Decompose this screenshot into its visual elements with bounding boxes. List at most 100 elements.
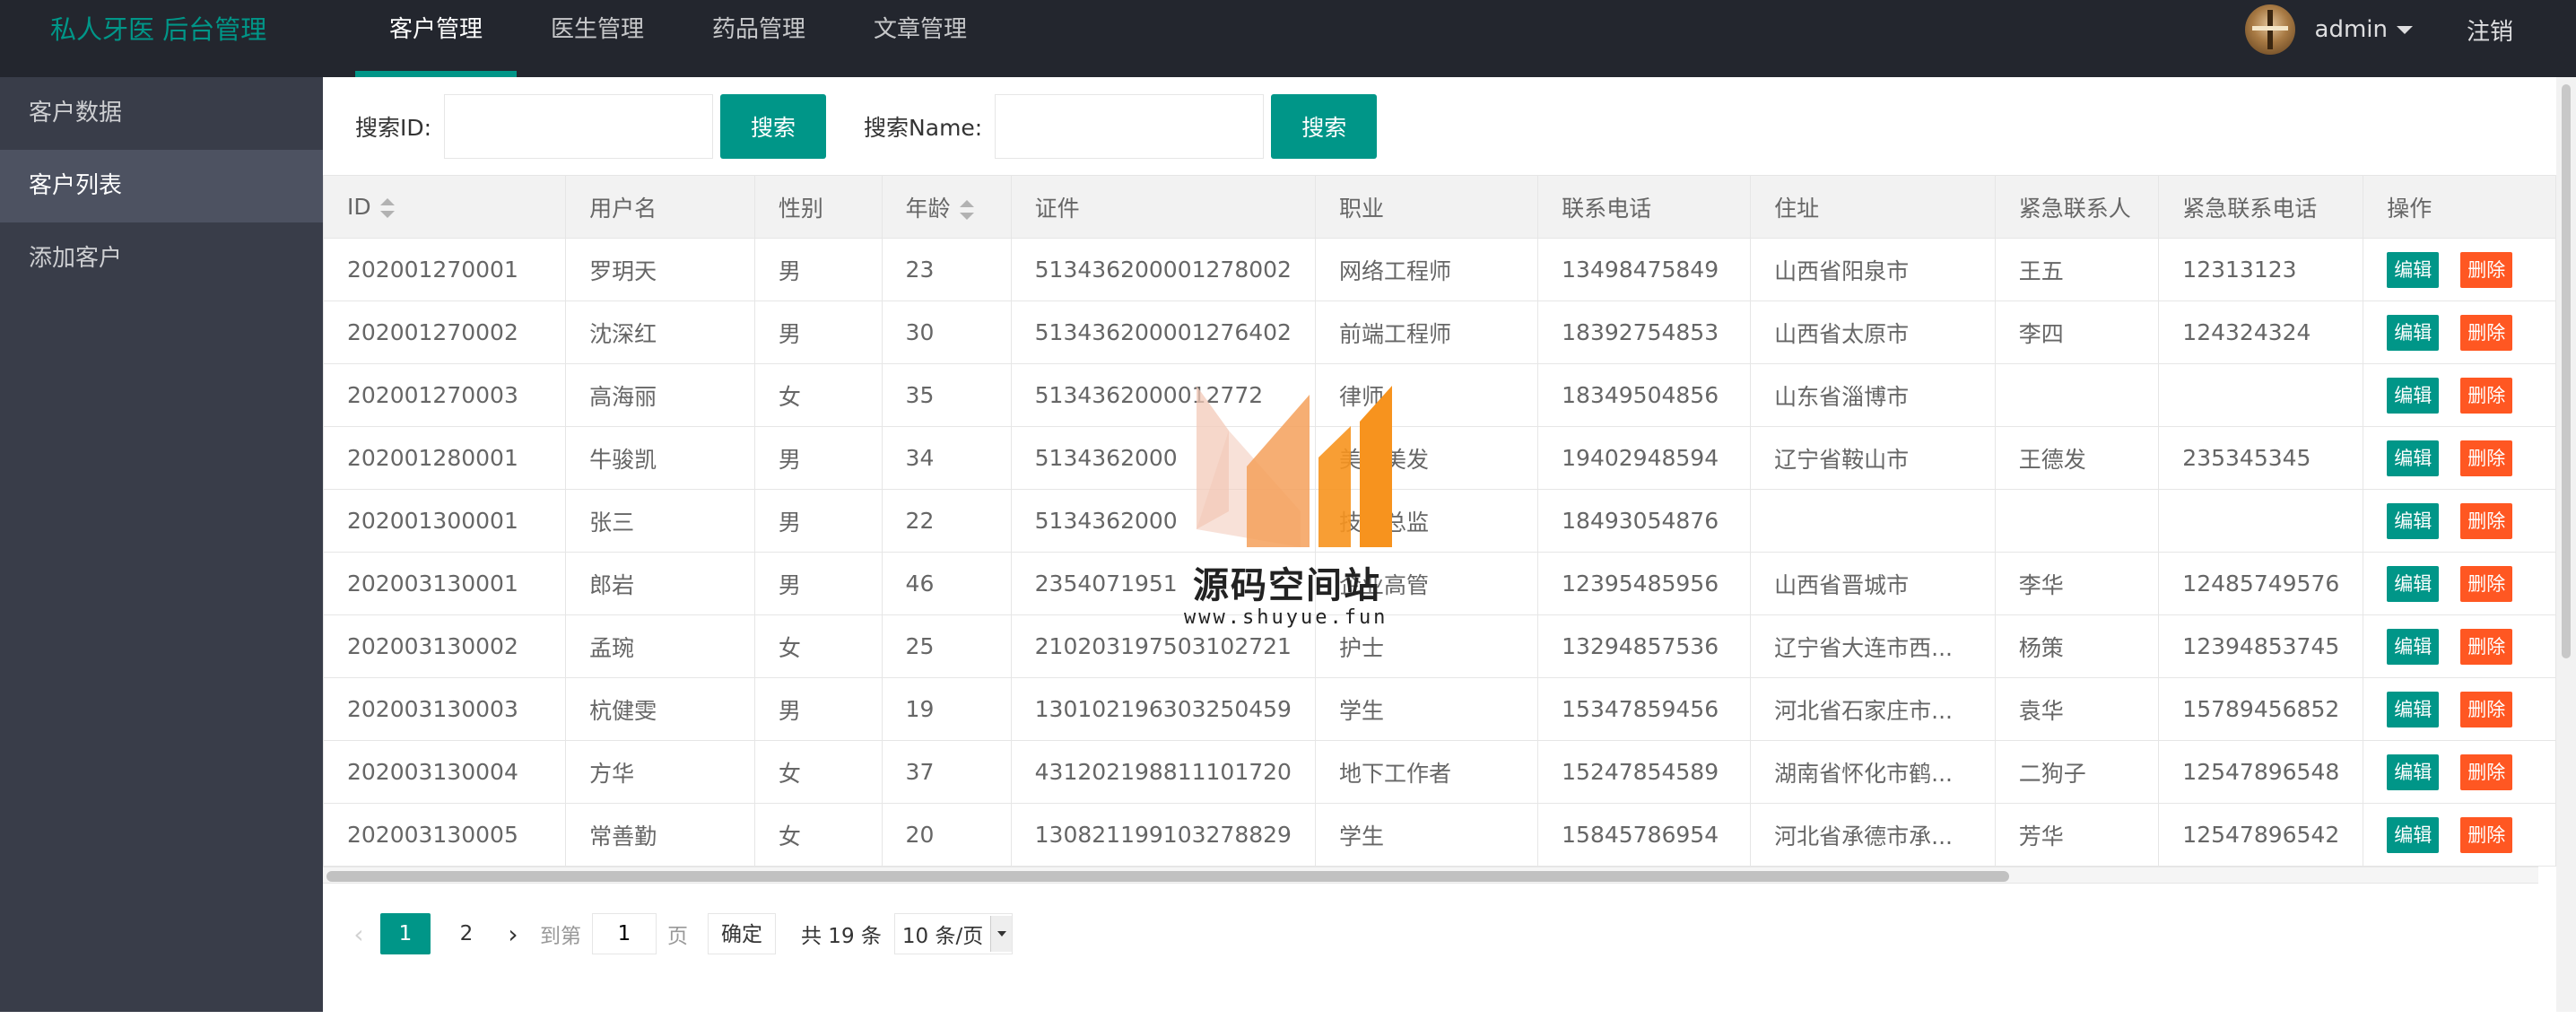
table-cell: 山西省晋城市 [1750, 552, 1996, 615]
table-row: 202001300001 张三男 22 5134362000 技术总监 184930548… [322, 489, 2556, 553]
table-cell: 22 [881, 489, 1012, 553]
user-name[interactable]: admin [2315, 16, 2388, 43]
delete-button[interactable]: 删除 [2460, 816, 2513, 853]
sort-icon[interactable] [379, 198, 395, 218]
next-page-icon[interactable]: › [497, 919, 529, 949]
page-unit-label: 页 [667, 925, 688, 948]
column-header[interactable]: 年龄 [881, 175, 1012, 239]
delete-button[interactable]: 删除 [2460, 565, 2513, 602]
table-cell: 王五 [1994, 238, 2160, 301]
watermark-title: 源码空间站 [1193, 565, 1381, 606]
goto-label: 到第 [540, 925, 581, 948]
edit-button[interactable]: 编辑 [2387, 502, 2440, 539]
table-cell: 15247854589 [1537, 740, 1752, 804]
table-cell: 202001270001 [322, 238, 567, 301]
table-cell: 河北省石家庄市... [1750, 677, 1996, 741]
table-cell [2158, 489, 2364, 553]
table-cell: 律师 [1314, 363, 1539, 427]
table-cell: 女 [753, 614, 883, 678]
top-nav: 客户管理 医生管理 药品管理 文章管理 [355, 0, 1001, 77]
delete-button[interactable]: 删除 [2460, 314, 2513, 351]
sidebar: 客户数据 客户列表 添加客户 [0, 77, 323, 1012]
delete-button[interactable]: 删除 [2460, 502, 2513, 539]
sidebar-item-customer-list[interactable]: 客户列表 [0, 150, 323, 222]
dropdown-arrow-icon[interactable] [990, 916, 1013, 952]
edit-button[interactable]: 编辑 [2387, 251, 2440, 288]
search-id-button[interactable]: 搜索 [720, 94, 827, 159]
vertical-scrollbar[interactable] [2556, 77, 2576, 1012]
table-cell: 男 [753, 426, 883, 490]
column-header-label: 年龄 [905, 195, 951, 222]
search-name-input[interactable] [995, 94, 1265, 159]
edit-button[interactable]: 编辑 [2387, 314, 2440, 351]
table-cell: 5134362000 [1010, 489, 1316, 553]
search-id-input[interactable] [444, 94, 714, 159]
table-cell: 美容美发 [1314, 426, 1539, 490]
column-header[interactable]: ID [322, 175, 567, 239]
delete-button[interactable]: 删除 [2460, 377, 2513, 414]
table-cell: 202001280001 [322, 426, 567, 490]
table-cell: 235345345 [2158, 426, 2364, 490]
table-cell: 202003130003 [322, 677, 567, 741]
table-cell [1994, 363, 2160, 427]
table-cell: 12485749576 [2158, 552, 2364, 615]
page-size-select[interactable]: 10 条/页 [893, 913, 1014, 954]
edit-button[interactable]: 编辑 [2387, 377, 2440, 414]
table-cell: 杨策 [1994, 614, 2160, 678]
scrollbar-thumb[interactable] [2562, 84, 2571, 658]
table-cell: 130821199103278829 [1010, 803, 1316, 867]
prev-page-icon[interactable]: ‹ [343, 919, 375, 949]
delete-button[interactable]: 删除 [2460, 628, 2513, 665]
goto-confirm-button[interactable]: 确定 [708, 913, 776, 954]
goto-page-input[interactable] [592, 913, 657, 954]
horizontal-scrollbar[interactable] [323, 867, 2538, 883]
table-cell: 202003130004 [322, 740, 567, 804]
logout-link[interactable]: 注销 [2467, 13, 2513, 47]
edit-button[interactable]: 编辑 [2387, 754, 2440, 790]
sidebar-item-customer-data[interactable]: 客户数据 [0, 77, 323, 150]
actions-cell: 编辑 删除 [2363, 614, 2556, 678]
edit-button[interactable]: 编辑 [2387, 628, 2440, 665]
nav-item-customers[interactable]: 客户管理 [355, 0, 518, 77]
sort-icon[interactable] [959, 199, 974, 220]
delete-button[interactable]: 删除 [2460, 754, 2513, 790]
nav-item-medicines[interactable]: 药品管理 [678, 0, 840, 77]
edit-button[interactable]: 编辑 [2387, 691, 2440, 727]
page-1-button[interactable]: 1 [380, 913, 431, 954]
sidebar-item-add-customer[interactable]: 添加客户 [0, 222, 323, 295]
column-header: 操作 [2363, 175, 2556, 239]
table-cell: 男 [753, 489, 883, 553]
delete-button[interactable]: 删除 [2460, 691, 2513, 727]
search-bar: 搜索ID: 搜索 搜索Name: 搜索 [355, 93, 1414, 160]
chevron-down-icon[interactable] [2396, 25, 2413, 34]
edit-button[interactable]: 编辑 [2387, 440, 2440, 476]
edit-button[interactable]: 编辑 [2387, 565, 2440, 602]
table-cell: 12547896548 [2158, 740, 2364, 804]
edit-button[interactable]: 编辑 [2387, 816, 2440, 853]
table-cell: 513436200001276402 [1010, 301, 1316, 364]
delete-button[interactable]: 删除 [2460, 251, 2513, 288]
table-cell: 130102196303250459 [1010, 677, 1316, 741]
table-row: 202001270001 罗玥天男 23 513436200001278002 网络工程… [322, 238, 2556, 301]
table-cell: 辽宁省鞍山市 [1750, 426, 1996, 490]
actions-cell: 编辑 删除 [2363, 426, 2556, 490]
avatar[interactable] [2244, 4, 2295, 55]
table-cell: 18349504856 [1537, 363, 1752, 427]
table-cell: 18392754853 [1537, 301, 1752, 364]
delete-button[interactable]: 删除 [2460, 440, 2513, 476]
actions-cell: 编辑 删除 [2363, 489, 2556, 553]
table-cell: 学生 [1314, 677, 1539, 741]
table-cell: 男 [753, 677, 883, 741]
table-cell: 技术总监 [1314, 489, 1539, 553]
page-2-button[interactable]: 2 [441, 913, 492, 954]
scrollbar-thumb[interactable] [326, 871, 2009, 882]
table-cell: 李四 [1994, 301, 2160, 364]
nav-item-articles[interactable]: 文章管理 [840, 0, 1001, 77]
app-logo[interactable]: 私人牙医 后台管理 [50, 0, 266, 59]
table-cell: 13498475849 [1537, 238, 1752, 301]
table-cell: 30 [881, 301, 1012, 364]
table-cell: 15347859456 [1537, 677, 1752, 741]
search-name-button[interactable]: 搜索 [1271, 94, 1378, 159]
table-cell: 牛骏凯 [565, 426, 755, 490]
nav-item-doctors[interactable]: 医生管理 [517, 0, 678, 77]
